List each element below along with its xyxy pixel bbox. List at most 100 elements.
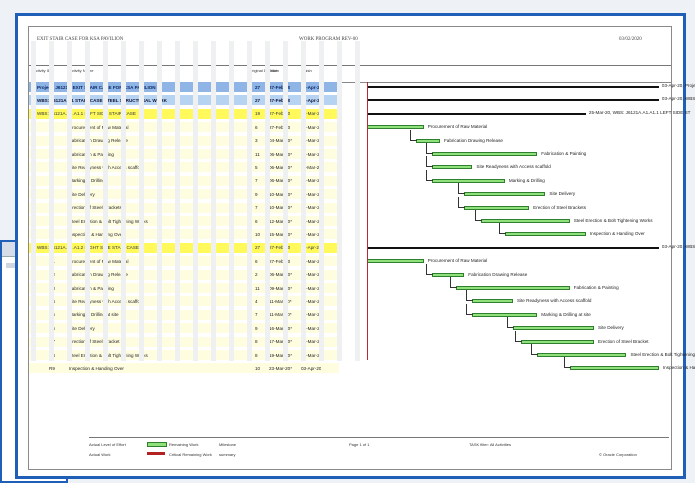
gantt-gridline <box>31 41 36 361</box>
cell-dur: 9 <box>255 325 258 331</box>
cell-name: Erection of Steel Brackets <box>69 205 122 211</box>
report-date: 03/02/2020 <box>619 37 642 42</box>
dependency-link <box>498 223 506 235</box>
cell-name: Inspection & Handing Over <box>69 231 124 237</box>
legend-milestone: Milestone <box>219 442 237 447</box>
gantt-bar[interactable] <box>431 152 538 156</box>
table-row[interactable]: R1Procurement of Raw Material627-Feb-200… <box>29 256 339 267</box>
table-row[interactable]: L7Erection of Steel Brackets710-Mar-20*1… <box>29 202 339 213</box>
gantt-gridline <box>103 41 108 361</box>
gantt-bar-label: Inspection & Handing Over <box>589 231 645 237</box>
summary-bar[interactable] <box>367 112 586 115</box>
cell-dur: 6 <box>255 218 258 224</box>
table-row[interactable]: L3Fabrication & Painting1106-Mar-20*19-M… <box>29 149 339 159</box>
gantt-bar-label: Steel Erection & Bolt Tightening Work <box>630 352 695 357</box>
gantt-bar[interactable] <box>431 165 473 170</box>
gantt-bar[interactable] <box>456 286 570 290</box>
dependency-link <box>515 330 523 342</box>
gantt-bar-label: Fabrication Drawing Release <box>468 271 528 277</box>
table-row[interactable]: R4Site Readyness with Access scaffold411… <box>29 296 339 307</box>
gantt-gridline <box>337 41 342 361</box>
gantt-gridline <box>67 41 72 361</box>
dependency-link <box>458 196 466 208</box>
gantt-bar-label: Erection of Steel Bracket <box>598 338 649 344</box>
summary-bar[interactable] <box>367 99 659 102</box>
gantt-bar[interactable] <box>472 312 538 317</box>
gantt-bar[interactable] <box>472 299 513 304</box>
cell-start: 23-Mar-20* <box>269 365 292 371</box>
gantt-bar[interactable] <box>480 219 570 223</box>
gantt-bar[interactable] <box>464 205 530 210</box>
cell-dur: 9 <box>255 191 258 197</box>
cell-dur: 8 <box>255 352 258 358</box>
dependency-link <box>425 156 433 168</box>
table-row[interactable]: WBS: J6121A.A1 STAIR CASE STEEL STRUCTUR… <box>29 95 339 106</box>
dependency-link <box>466 290 474 302</box>
dependency-link <box>563 357 571 369</box>
table-row[interactable]: R9 Inspection & Handing Over 10 23-Mar-20* 0… <box>29 363 339 374</box>
gantt-gridline <box>193 41 198 361</box>
summary-bar-label: 03-Apr-20, Project: J6121A <box>661 83 695 88</box>
summary-bar-label: 03-Apr-20, WBS: J6121A.A <box>661 96 695 102</box>
gantt-bar[interactable] <box>504 232 586 237</box>
cell-name: Steel Erection & Bolt Tightening Works <box>69 218 148 224</box>
gantt-gridline <box>49 41 54 361</box>
summary-bar[interactable] <box>367 246 659 249</box>
gantt-gridline <box>175 41 180 361</box>
gantt-bar[interactable] <box>569 366 659 371</box>
table-row[interactable]: WBS: J6121A.A1.A1.1 LEFT SIDE STAIR CASE… <box>29 108 339 119</box>
table-row[interactable]: WBS: J6121A.A1.A1.2 RIGHT SIDE STAIR CAS… <box>29 242 339 253</box>
gantt-bar-label: Marking & Drilling at site <box>541 311 591 317</box>
table-row[interactable]: R8Steel Erection & Bolt Tightening Works… <box>29 350 339 360</box>
gantt-bar-label: Steel Erection & Bolt Tightening Works <box>573 218 653 223</box>
table-row[interactable]: R2Fabrication Drawing Release206-Mar-20*… <box>29 269 339 280</box>
cell-start: 06-Mar-20* <box>269 178 292 184</box>
table-row[interactable]: L6Site Delivery910-Mar-20*20-Mar-20 <box>29 189 339 200</box>
cell-start: 11-Mar-20* <box>269 312 292 318</box>
table-row[interactable]: L5Marking & Drilling706-Mar-20*15-Mar-20 <box>29 175 339 186</box>
table-row[interactable]: L8Steel Erection & Bolt Tightening Works… <box>29 216 339 226</box>
summary-bar[interactable] <box>367 86 659 88</box>
table-row[interactable]: R7Erection of Steel Bracket817-Mar-20*26… <box>29 336 339 347</box>
table-row[interactable]: R6Site Delivery916-Mar-20*26-Mar-20 <box>29 323 339 334</box>
cell-start: 10-Mar-20* <box>269 191 292 197</box>
table-row[interactable]: Project: J6121A EXIT STAIR CASE FOR KSA … <box>29 82 339 92</box>
cell-dur: 27 <box>255 84 261 90</box>
table-row[interactable]: L1Procurement of Raw Material627-Feb-200… <box>29 122 339 133</box>
summary-bar-label: 03-Apr-20, WBS: J6121A.A <box>661 243 695 249</box>
gantt-gridline <box>247 41 252 361</box>
cell-dur: 11 <box>255 285 260 291</box>
gantt-bar[interactable] <box>367 259 424 264</box>
table-row[interactable]: R3Fabrication & Painting1109-Mar-20*23-M… <box>29 283 339 293</box>
cell-name: Marking & Drilling at site <box>69 312 119 318</box>
table-row[interactable]: R5Marking & Drilling at site711-Mar-20*1… <box>29 309 339 320</box>
gantt-bar-label: Inspection & Handing Over <box>662 365 695 371</box>
gantt-gridline <box>319 41 324 361</box>
gantt-bar[interactable] <box>367 125 424 130</box>
cell-name: Fabrication Drawing Release <box>69 138 128 144</box>
gantt-bar[interactable] <box>521 339 595 344</box>
cell-name: Site Delivery <box>69 191 95 197</box>
dependency-link <box>458 183 466 195</box>
gantt-bar[interactable] <box>431 272 465 277</box>
dependency-link <box>474 210 482 221</box>
cell-dur: 7 <box>255 178 258 184</box>
dependency-link <box>409 129 417 141</box>
dependency-link <box>466 303 474 315</box>
gantt-gridline <box>85 41 90 361</box>
gantt-bar[interactable] <box>431 178 505 183</box>
gantt-bar[interactable] <box>537 353 627 357</box>
table-row[interactable]: L9Inspection & Handing Over1015-Mar-20*2… <box>29 229 339 240</box>
cell-name: Steel Erection & Bolt Tightening Works <box>69 352 148 358</box>
gantt-bar[interactable] <box>415 138 440 143</box>
cell-start: 11-Mar-20* <box>269 298 292 304</box>
col-start[interactable]: Start <box>269 68 277 78</box>
cell-name: Fabrication Drawing Release <box>69 272 128 278</box>
table-row[interactable]: L4Site Readyness with Access scaffold506… <box>29 162 339 173</box>
gantt-bar[interactable] <box>464 192 546 197</box>
table-row[interactable]: L2Fabrication Drawing Release304-Mar-20*… <box>29 135 339 146</box>
cell-start: 06-Mar-20* <box>269 272 292 278</box>
task-filter: TASK filter: All Activities <box>469 442 511 447</box>
cell-dur: 7 <box>255 312 258 318</box>
gantt-bar[interactable] <box>512 326 595 331</box>
